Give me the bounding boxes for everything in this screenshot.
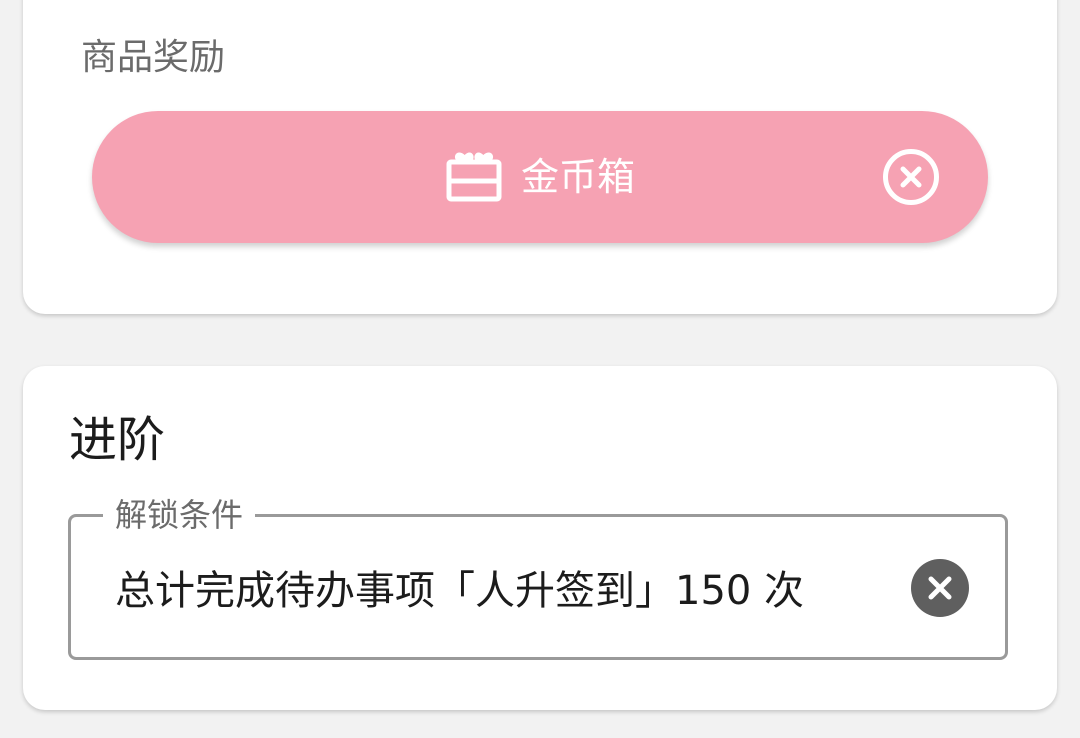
advanced-card: 进阶 解锁条件 总计完成待办事项「人升签到」150 次 [23, 366, 1057, 710]
section-title-advanced: 进阶 [69, 412, 166, 468]
reward-item-label: 金币箱 [520, 155, 635, 199]
gift-box-icon [445, 147, 503, 207]
close-circle-outline-icon[interactable] [882, 148, 940, 206]
clear-circle-icon[interactable] [911, 559, 969, 617]
section-label-product-reward: 商品奖励 [81, 37, 226, 78]
reward-card: 商品奖励 金币箱 [23, 0, 1057, 314]
unlock-condition-legend: 解锁条件 [103, 495, 256, 535]
reward-item-content: 金币箱 [445, 147, 635, 207]
unlock-condition-field[interactable]: 解锁条件 总计完成待办事项「人升签到」150 次 [68, 495, 1008, 660]
reward-item-chip[interactable]: 金币箱 [92, 111, 988, 243]
unlock-condition-value[interactable]: 总计完成待办事项「人升签到」150 次 [115, 567, 867, 615]
